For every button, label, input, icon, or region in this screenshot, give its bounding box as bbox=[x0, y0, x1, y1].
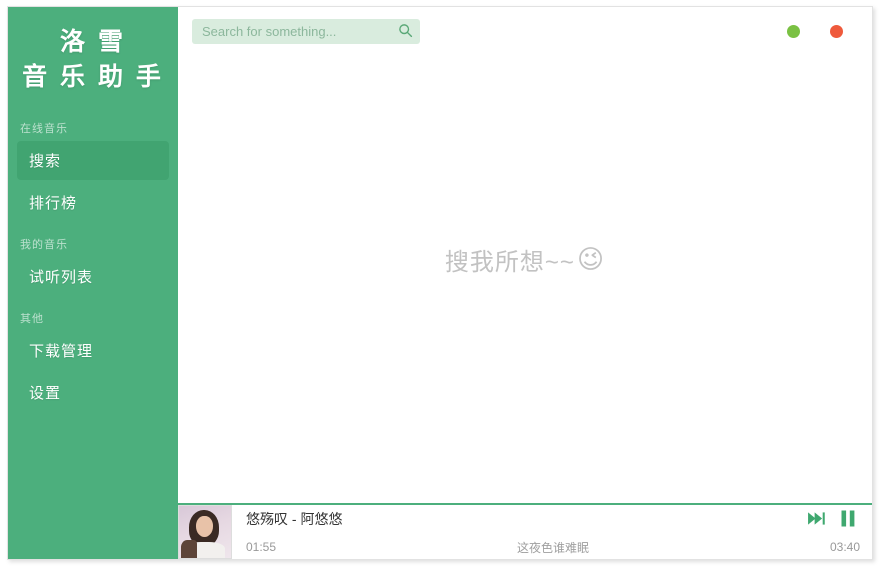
nav-group-online-music: 在线音乐 搜索 排行榜 bbox=[17, 116, 169, 222]
search-box[interactable] bbox=[192, 18, 420, 44]
sidebar-item-label: 试听列表 bbox=[29, 269, 94, 286]
header-bar bbox=[178, 7, 872, 55]
sidebar-item-ranking[interactable]: 排行榜 bbox=[17, 183, 169, 222]
search-input[interactable] bbox=[200, 22, 412, 40]
player-controls bbox=[807, 510, 860, 527]
nav-group-label-my-music: 我的音乐 bbox=[20, 239, 68, 251]
empty-state-text: 搜我所想~~ bbox=[444, 248, 575, 276]
search-icon[interactable] bbox=[398, 23, 413, 38]
sidebar-item-label: 设置 bbox=[29, 385, 62, 402]
player-bottom-row: 01:55 这夜色谁难眠 03:40 bbox=[246, 539, 860, 556]
minimize-button[interactable] bbox=[787, 24, 800, 38]
album-art[interactable] bbox=[178, 505, 232, 559]
player-bar: 悠殇叹 - 阿悠悠 01:55 这夜色谁难眠 03:40 bbox=[178, 503, 872, 559]
logo-line-2: 音 乐 助 手 bbox=[22, 62, 164, 91]
current-time: 01:55 bbox=[246, 540, 277, 554]
nav-group-label-online-music: 在线音乐 bbox=[20, 123, 68, 135]
sidebar-item-search[interactable]: 搜索 bbox=[17, 141, 169, 180]
album-art-detail bbox=[196, 516, 213, 537]
sidebar-item-playlist[interactable]: 试听列表 bbox=[17, 257, 169, 296]
song-title: 悠殇叹 - 阿悠悠 bbox=[246, 510, 343, 527]
content-area: 搜我所想~~ 😉 bbox=[178, 55, 872, 503]
winking-face-icon: 😉 bbox=[576, 243, 606, 274]
app-logo: 洛 雪 音 乐 助 手 bbox=[8, 7, 178, 104]
sidebar-item-download-manager[interactable]: 下载管理 bbox=[17, 331, 169, 370]
sidebar-item-label: 排行榜 bbox=[29, 195, 78, 212]
lyric-line: 这夜色谁难眠 bbox=[516, 540, 589, 555]
logo-line-1: 洛 雪 bbox=[60, 28, 126, 56]
sidebar-item-label: 搜索 bbox=[29, 153, 62, 170]
pause-icon[interactable] bbox=[840, 510, 856, 527]
main-area: 搜我所想~~ 😉 悠殇叹 - 阿悠悠 bbox=[178, 7, 872, 559]
nav-group-my-music: 我的音乐 试听列表 bbox=[17, 232, 169, 296]
empty-state-hint: 搜我所想~~ 😉 bbox=[445, 242, 605, 277]
sidebar-item-label: 下载管理 bbox=[29, 343, 94, 360]
player-body: 悠殇叹 - 阿悠悠 01:55 这夜色谁难眠 03:40 bbox=[232, 505, 872, 559]
window-controls bbox=[787, 24, 858, 38]
sidebar: 洛 雪 音 乐 助 手 在线音乐 搜索 排行榜 我的音乐 试听列表 其他 下载管… bbox=[8, 7, 178, 559]
nav-group-other: 其他 下载管理 设置 bbox=[17, 306, 169, 412]
close-button[interactable] bbox=[830, 24, 843, 38]
nav-group-label-other: 其他 bbox=[20, 313, 44, 325]
player-top-row: 悠殇叹 - 阿悠悠 bbox=[246, 509, 860, 529]
total-time: 03:40 bbox=[829, 540, 860, 554]
app-window: 洛 雪 音 乐 助 手 在线音乐 搜索 排行榜 我的音乐 试听列表 其他 下载管… bbox=[7, 6, 873, 560]
next-track-icon[interactable] bbox=[807, 511, 826, 526]
sidebar-item-settings[interactable]: 设置 bbox=[17, 373, 169, 412]
sidebar-nav: 在线音乐 搜索 排行榜 我的音乐 试听列表 其他 下载管理 设置 bbox=[8, 116, 178, 415]
album-art-detail bbox=[181, 540, 197, 558]
